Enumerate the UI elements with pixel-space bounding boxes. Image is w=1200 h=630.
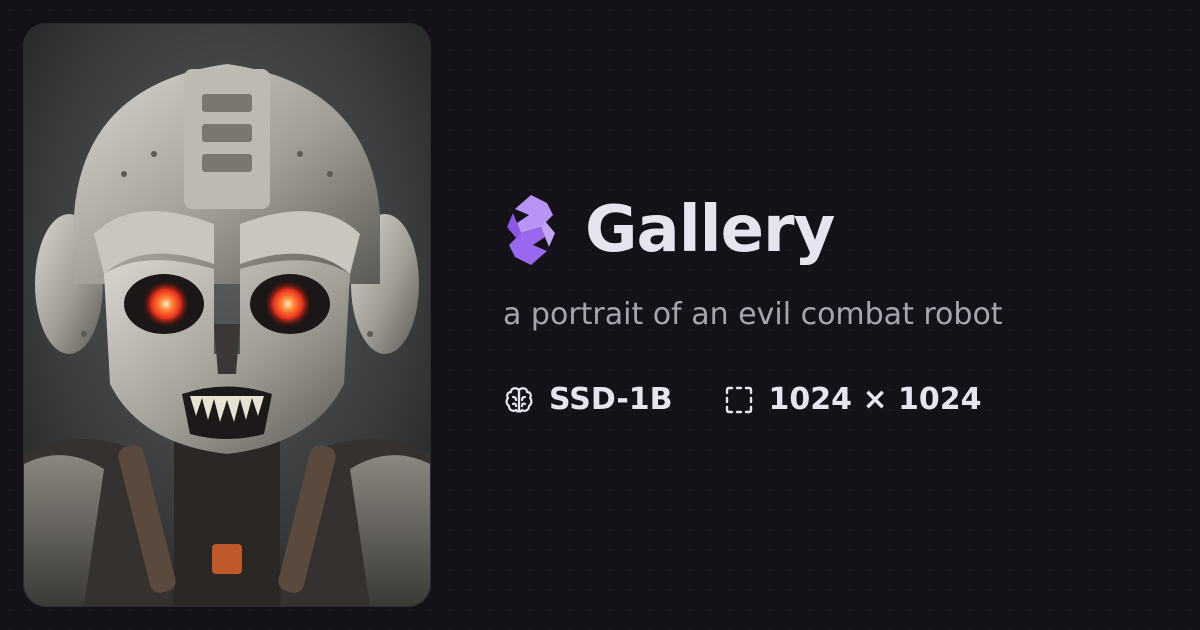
size-info: 1024 × 1024 <box>723 384 982 416</box>
page-title: Gallery <box>585 193 835 267</box>
header: Gallery <box>503 188 1163 272</box>
model-label: SSD-1B <box>549 382 673 417</box>
gallery-logo-icon[interactable] <box>503 193 559 267</box>
model-info: SSD-1B <box>503 384 673 416</box>
image-meta: SSD-1B 1024 × 1024 <box>503 384 1163 416</box>
generated-image-card[interactable] <box>24 24 430 606</box>
size-label: 1024 × 1024 <box>768 382 982 417</box>
image-details: Gallery a portrait of an evil combat rob… <box>503 188 1163 416</box>
dashed-frame-icon <box>725 386 752 414</box>
brain-icon <box>505 387 533 413</box>
robot-portrait-image <box>24 24 430 606</box>
image-prompt: a portrait of an evil combat robot <box>503 297 1003 332</box>
